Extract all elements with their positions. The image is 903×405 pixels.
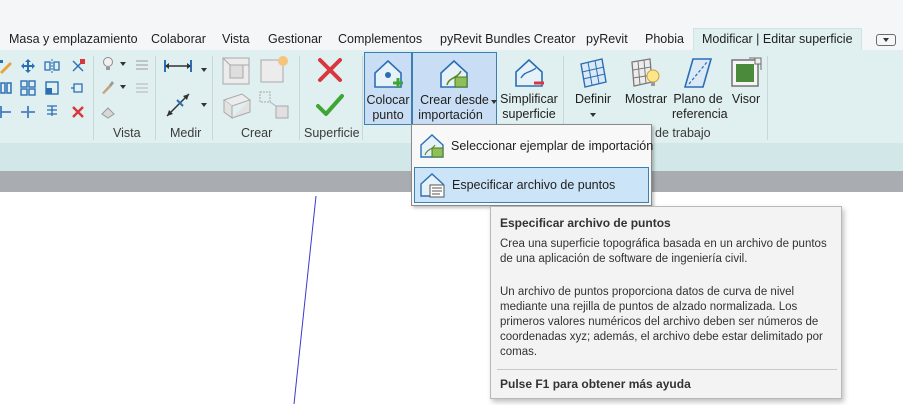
show-label: Mostrar bbox=[624, 92, 668, 106]
tooltip-title: Especificar archivo de puntos bbox=[500, 216, 671, 230]
split-icon[interactable] bbox=[20, 104, 36, 120]
panel-label-medir: Medir bbox=[170, 126, 202, 140]
array-icon[interactable] bbox=[20, 80, 36, 96]
offset-icon[interactable] bbox=[0, 80, 14, 96]
aligned-dimension-icon[interactable] bbox=[163, 56, 193, 76]
place-point-label-line1: Colocar bbox=[366, 93, 410, 107]
ribbon-display-options-button[interactable] bbox=[876, 34, 896, 46]
create-from-import-label-line1: Crear desde bbox=[420, 93, 489, 107]
tooltip-divider bbox=[497, 369, 837, 370]
panel-separator bbox=[212, 56, 213, 140]
grid-plane-icon bbox=[580, 58, 607, 88]
tooltip-description: Crea una superficie topográfica basada e… bbox=[500, 238, 827, 265]
tab-colaborar[interactable]: Colaborar bbox=[151, 29, 206, 50]
unpin-icon[interactable] bbox=[70, 80, 86, 96]
panel-label-vista: Vista bbox=[113, 126, 141, 140]
align-icon[interactable] bbox=[0, 58, 14, 74]
menu-item-select-import-instance[interactable]: Seleccionar ejemplar de importación bbox=[414, 128, 653, 164]
create-group-icon[interactable] bbox=[258, 90, 290, 120]
tab-masa-emplazamiento[interactable]: Masa y emplazamiento bbox=[9, 29, 138, 50]
viewer-label: Visor bbox=[731, 92, 761, 106]
show-plane-icon bbox=[631, 58, 660, 87]
points-file-icon bbox=[420, 173, 445, 198]
lightbulb-icon[interactable] bbox=[100, 56, 116, 72]
chevron-down-icon bbox=[590, 113, 596, 117]
simplify-surface-label-line2: superficie bbox=[502, 107, 556, 121]
menu-item-specify-points-file[interactable]: Especificar archivo de puntos bbox=[414, 167, 649, 203]
tooltip-help-hint: Pulse F1 para obtener más ayuda bbox=[500, 377, 691, 391]
thin-lines-icon[interactable] bbox=[134, 80, 150, 96]
reference-plane-icon bbox=[683, 58, 713, 88]
panel-label-plano-de-trabajo: de trabajo bbox=[655, 126, 711, 140]
create-from-import-button[interactable]: Crear desde importación bbox=[412, 52, 497, 125]
tab-modificar-editar-superficie[interactable]: Modificar | Editar superficie bbox=[693, 28, 862, 50]
tab-phobia[interactable]: Phobia bbox=[645, 29, 684, 50]
chevron-down-icon[interactable] bbox=[201, 103, 207, 107]
panel-separator bbox=[299, 56, 300, 140]
place-point-button[interactable]: Colocar punto bbox=[364, 52, 412, 125]
paintbrush-icon[interactable] bbox=[100, 79, 116, 95]
tab-gestionar[interactable]: Gestionar bbox=[268, 29, 322, 50]
trim-icon[interactable] bbox=[0, 104, 14, 120]
tab-vista[interactable]: Vista bbox=[222, 29, 250, 50]
tooltip-details: Un archivo de puntos proporciona datos d… bbox=[500, 286, 823, 358]
scale-icon[interactable] bbox=[44, 80, 60, 96]
tab-pyrevit[interactable]: pyRevit bbox=[586, 29, 628, 50]
revit-window: Masa y emplazamiento Colaborar Vista Ges… bbox=[0, 0, 903, 405]
delete-icon[interactable] bbox=[70, 104, 86, 120]
chevron-down-icon[interactable] bbox=[120, 62, 126, 66]
simplify-surface-label-line1: Simplificar bbox=[500, 92, 558, 106]
reference-plane-label-line2: referencia bbox=[672, 107, 728, 121]
define-label: Definir bbox=[574, 92, 612, 106]
hide-element-icon[interactable] bbox=[100, 104, 116, 120]
create-parts-icon[interactable] bbox=[220, 90, 254, 120]
panel-label-superficie: Superficie bbox=[304, 126, 360, 140]
measure-icon[interactable] bbox=[163, 90, 193, 120]
viewer-button[interactable]: Visor bbox=[727, 52, 765, 125]
pin-icon[interactable] bbox=[44, 104, 60, 120]
linework-icon[interactable] bbox=[134, 56, 150, 72]
show-workplane-button[interactable]: Mostrar bbox=[622, 52, 670, 125]
place-point-icon bbox=[374, 59, 403, 88]
panel-separator bbox=[767, 56, 768, 140]
create-similar-icon[interactable] bbox=[258, 55, 290, 87]
tab-complementos[interactable]: Complementos bbox=[338, 29, 422, 50]
chevron-down-icon bbox=[491, 100, 497, 104]
panel-separator bbox=[155, 56, 156, 140]
mirror-axis-icon[interactable] bbox=[44, 58, 60, 74]
menu-item-label: Seleccionar ejemplar de importación bbox=[451, 139, 654, 153]
chevron-down-icon[interactable] bbox=[201, 68, 207, 72]
simplify-surface-icon bbox=[515, 58, 544, 87]
create-from-import-dropdown: Seleccionar ejemplar de importación Espe… bbox=[411, 124, 653, 206]
ribbon-tab-bar: Masa y emplazamiento Colaborar Vista Ges… bbox=[0, 0, 903, 50]
simplify-surface-button[interactable]: Simplificar superficie bbox=[498, 52, 560, 125]
copy-icon[interactable] bbox=[70, 58, 86, 74]
reference-plane-label-line1: Plano de bbox=[673, 92, 723, 106]
panel-separator bbox=[362, 56, 363, 140]
panel-separator bbox=[93, 56, 94, 140]
select-import-instance-icon bbox=[420, 134, 444, 158]
tab-pyrevit-bundles-creator[interactable]: pyRevit Bundles Creator bbox=[440, 29, 575, 50]
cancel-edit-icon[interactable] bbox=[314, 56, 346, 84]
create-from-import-icon bbox=[440, 59, 468, 88]
create-from-import-label-line2: importación bbox=[418, 108, 483, 122]
menu-item-label: Especificar archivo de puntos bbox=[452, 178, 616, 192]
finish-edit-icon[interactable] bbox=[314, 92, 346, 118]
reference-plane-button[interactable]: Plano de referencia bbox=[672, 52, 728, 125]
place-point-label-line2: punto bbox=[372, 108, 404, 122]
create-component-icon[interactable] bbox=[220, 55, 252, 87]
panel-label-crear: Crear bbox=[241, 126, 273, 140]
viewer-icon bbox=[731, 57, 762, 87]
chevron-down-icon[interactable] bbox=[120, 85, 126, 89]
tooltip: Especificar archivo de puntos Crea una s… bbox=[490, 206, 842, 399]
move-icon[interactable] bbox=[20, 58, 36, 74]
define-workplane-button[interactable]: Definir bbox=[568, 52, 618, 125]
